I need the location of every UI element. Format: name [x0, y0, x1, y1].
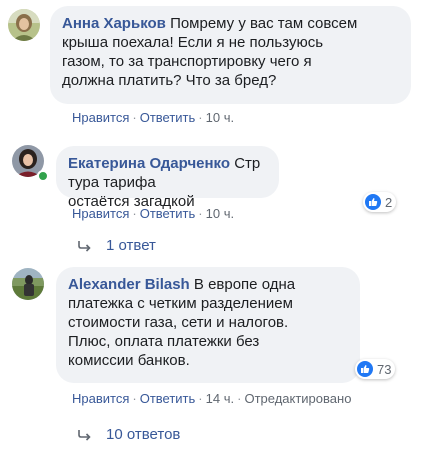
online-status-icon — [37, 170, 49, 182]
edited-label[interactable]: Отредактировано — [244, 391, 351, 406]
reaction-count-badge[interactable]: 73 — [355, 359, 396, 379]
like-link[interactable]: Нравится — [72, 391, 129, 406]
reaction-count: 73 — [377, 361, 392, 377]
comment-bubble: Анна Харьков Помрему у вас там совсем кр… — [50, 6, 411, 104]
thumbs-up-icon — [357, 361, 373, 377]
comment-text-line: В европе одна — [193, 276, 296, 293]
comment-actions: Нравится · Ответить · 10 ч. — [72, 110, 235, 125]
reply-link[interactable]: Ответить — [140, 391, 196, 406]
avatar[interactable] — [12, 268, 44, 300]
like-link[interactable]: Нравится — [72, 206, 129, 221]
view-replies-link[interactable]: 10 ответов — [78, 426, 180, 443]
comment-text-line: крыша поехала! Если я не пользуюсь — [62, 34, 324, 51]
timestamp[interactable]: 10 ч. — [206, 110, 234, 125]
reaction-count-badge[interactable]: 2 — [363, 192, 397, 212]
replies-count[interactable]: 1 ответ — [106, 237, 156, 254]
comment-actions: Нравится · Ответить · 10 ч. — [72, 206, 235, 221]
comment-text-line: газом, то за транспортировку чего я — [62, 53, 312, 70]
avatar[interactable] — [8, 9, 40, 41]
view-replies-link[interactable]: 1 ответ — [78, 237, 156, 254]
comment-text-line: стоимости газа, сети и налогов. — [68, 314, 289, 331]
reply-arrow-icon — [78, 240, 91, 252]
reply-link[interactable]: Ответить — [140, 110, 196, 125]
comment-bubble: Екатерина Одарченко Стр тура тарифа оста… — [56, 146, 279, 210]
timestamp[interactable]: 10 ч. — [206, 206, 234, 221]
like-link[interactable]: Нравится — [72, 110, 129, 125]
comment-text-line: комиссии банков. — [68, 352, 190, 369]
reaction-count: 2 — [385, 194, 393, 210]
comment-author[interactable]: Анна Харьков — [62, 15, 166, 32]
comment-text-line: должна платить? Что за бред? — [62, 72, 277, 89]
thumbs-up-icon — [365, 194, 381, 210]
reply-link[interactable]: Ответить — [140, 206, 196, 221]
comment-author[interactable]: Alexander Bilash — [68, 276, 190, 293]
comment-bubble: Alexander Bilash В европе одна платежка … — [56, 267, 360, 383]
timestamp[interactable]: 14 ч. — [206, 391, 234, 406]
comment-text-line: Помрему у вас там совсем — [170, 15, 358, 32]
comment-text-line: Плюс, оплата платежки без — [68, 333, 260, 350]
comment-text-line: платежка с четким разделением — [68, 295, 293, 312]
reply-arrow-icon — [78, 429, 91, 441]
comment-author[interactable]: Екатерина Одарченко — [68, 155, 230, 172]
comment-actions: Нравится · Ответить · 14 ч. · Отредактировано — [72, 391, 352, 406]
replies-count[interactable]: 10 ответов — [106, 426, 180, 443]
